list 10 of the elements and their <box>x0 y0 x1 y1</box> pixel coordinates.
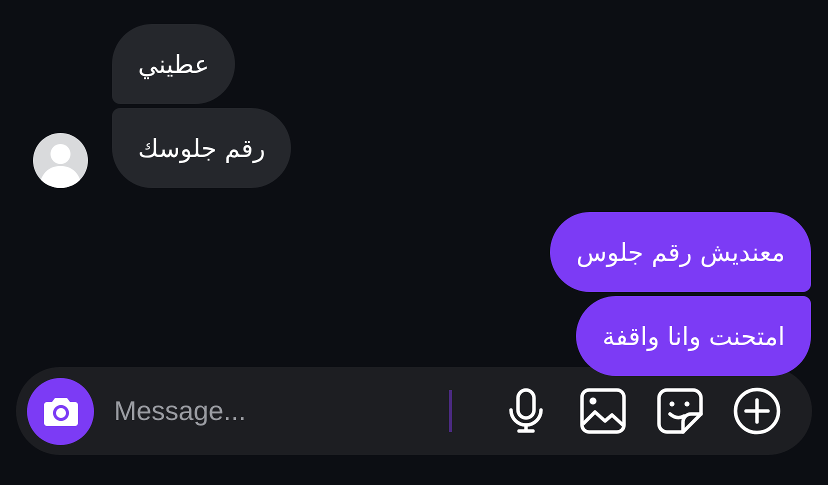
add-icon[interactable] <box>732 386 782 436</box>
camera-button[interactable] <box>27 378 94 444</box>
message-bubble: معنديش رقم جلوس <box>550 212 811 292</box>
message-bubble: رقم جلوسك <box>112 108 292 188</box>
message-field[interactable]: Message... <box>112 390 449 432</box>
camera-icon <box>42 395 78 427</box>
message-bubble: امتحنت وانا واقفة <box>576 296 811 376</box>
sticker-icon[interactable] <box>655 386 705 436</box>
image-icon[interactable] <box>578 386 628 436</box>
message-bubble: عطيني <box>112 24 236 104</box>
